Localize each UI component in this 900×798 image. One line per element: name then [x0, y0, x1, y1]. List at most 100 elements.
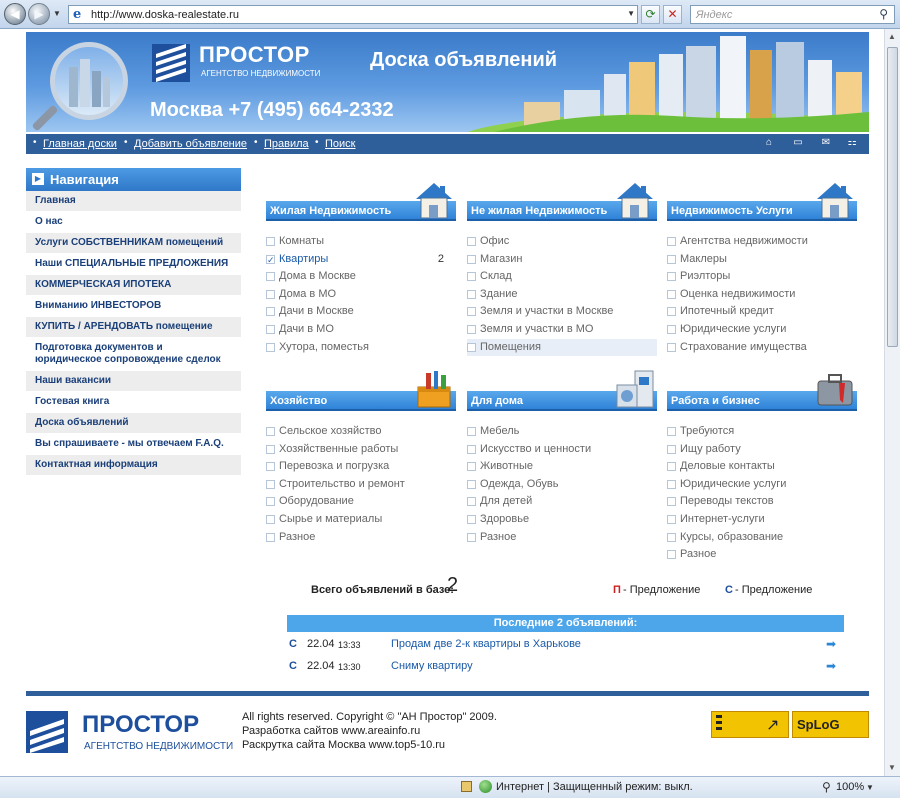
category-item-label[interactable]: Земля и участки в МО: [480, 323, 593, 335]
category-item[interactable]: Разное: [266, 529, 456, 547]
category-item[interactable]: Ипотечный кредит: [667, 303, 857, 321]
address-dropdown-icon[interactable]: ▼: [627, 9, 635, 18]
category-item-label[interactable]: Страхование имущества: [680, 341, 807, 353]
checkbox[interactable]: [266, 324, 275, 334]
checkbox[interactable]: [467, 342, 476, 352]
checkbox[interactable]: [667, 444, 676, 454]
zoom-dropdown-icon[interactable]: ▼: [866, 783, 874, 792]
checkbox[interactable]: [467, 427, 476, 436]
category-item-label[interactable]: Квартиры: [279, 253, 328, 265]
category-item[interactable]: ✓ Квартиры 2: [266, 251, 456, 269]
history-dropdown-icon[interactable]: ▼: [53, 9, 61, 18]
home-icon[interactable]: ⌂: [763, 137, 775, 149]
category-item[interactable]: Требуются: [667, 423, 857, 441]
category-item[interactable]: Страхование имущества: [667, 339, 857, 357]
category-item-label[interactable]: Склад: [480, 270, 512, 282]
category-item[interactable]: Строительство и ремонт: [266, 476, 456, 494]
checkbox[interactable]: [467, 254, 476, 264]
nav-add-ad-link[interactable]: Добавить объявление: [134, 138, 247, 150]
category-item-label[interactable]: Риэлторы: [680, 270, 730, 282]
category-item-label[interactable]: Комнаты: [279, 235, 324, 247]
checkbox[interactable]: [667, 237, 676, 246]
sidebar-item-vacancies[interactable]: Наши вакансии: [26, 371, 241, 392]
nav-main-board-link[interactable]: Главная доски: [43, 138, 117, 150]
category-item[interactable]: Здание: [467, 286, 657, 304]
category-item[interactable]: Сырье и материалы: [266, 511, 456, 529]
checkbox[interactable]: [667, 550, 676, 560]
folder-icon[interactable]: ▭: [792, 137, 804, 149]
category-item-label[interactable]: Одежда, Обувь: [480, 478, 558, 490]
search-icon[interactable]: ⚲: [879, 7, 888, 21]
zoom-icon[interactable]: ⚲: [822, 780, 831, 794]
category-item[interactable]: Деловые контакты: [667, 458, 857, 476]
category-item[interactable]: Дома в МО: [266, 286, 456, 304]
category-item-label[interactable]: Юридические услуги: [680, 478, 786, 490]
category-item[interactable]: Переводы текстов: [667, 493, 857, 511]
category-item-label[interactable]: Ипотечный кредит: [680, 305, 774, 317]
category-item[interactable]: Магазин: [467, 251, 657, 269]
nav-rules-link[interactable]: Правила: [264, 138, 309, 150]
checkbox[interactable]: [266, 427, 275, 436]
checkbox[interactable]: [266, 497, 275, 507]
category-item[interactable]: Дома в Москве: [266, 268, 456, 286]
refresh-icon[interactable]: ⟳: [641, 5, 660, 24]
checkbox[interactable]: [266, 514, 275, 524]
category-item-label[interactable]: Дачи в Москве: [279, 305, 354, 317]
category-item-label[interactable]: Деловые контакты: [680, 460, 775, 472]
category-item[interactable]: Оборудование: [266, 493, 456, 511]
checkbox[interactable]: [266, 444, 275, 454]
sidebar-item-contacts[interactable]: Контактная информация: [26, 455, 241, 476]
category-item-label[interactable]: Строительство и ремонт: [279, 478, 405, 490]
category-item[interactable]: Интернет-услуги: [667, 511, 857, 529]
checkbox[interactable]: [667, 272, 676, 282]
sidebar-item-owner-services[interactable]: Услуги СОБСТВЕННИКАМ помещений: [26, 233, 241, 254]
vertical-scrollbar[interactable]: ▲ ▼: [884, 29, 900, 776]
counter-badge[interactable]: ↗: [711, 711, 789, 738]
category-item-label[interactable]: Курсы, образование: [680, 531, 783, 543]
category-item-label[interactable]: Хозяйственные работы: [279, 443, 398, 455]
address-bar[interactable]: e http://www.doska-realestate.ru ▼: [68, 5, 638, 24]
category-item[interactable]: Курсы, образование: [667, 529, 857, 547]
category-item[interactable]: Офис: [467, 233, 657, 251]
category-item-label[interactable]: Земля и участки в Москве: [480, 305, 613, 317]
checkbox[interactable]: [467, 444, 476, 454]
category-item-label[interactable]: Здоровье: [480, 513, 529, 525]
sidebar-item-commercial-mortgage[interactable]: КОММЕРЧЕСКАЯ ИПОТЕКА: [26, 275, 241, 296]
category-item[interactable]: Животные: [467, 458, 657, 476]
checkbox[interactable]: [667, 532, 676, 542]
sidebar-item-home[interactable]: Главная: [26, 191, 241, 212]
sidebar-item-investors[interactable]: Вниманию ИНВЕСТОРОВ: [26, 296, 241, 317]
checkbox[interactable]: [266, 237, 275, 246]
mail-icon[interactable]: ✉: [820, 137, 832, 149]
category-item[interactable]: Разное: [667, 546, 857, 564]
checkbox[interactable]: [467, 272, 476, 282]
category-item-label[interactable]: Хутора, поместья: [279, 341, 369, 353]
scroll-down-icon[interactable]: ▼: [888, 763, 896, 772]
sidebar-item-about[interactable]: О нас: [26, 212, 241, 233]
sidebar-item-documents[interactable]: Подготовка документов и юридическое сопр…: [26, 338, 241, 371]
checkbox[interactable]: [467, 479, 476, 489]
checkbox[interactable]: [266, 289, 275, 299]
checkbox[interactable]: [667, 342, 676, 352]
arrow-right-icon[interactable]: ➡: [826, 637, 836, 651]
category-item-label[interactable]: Сельское хозяйство: [279, 425, 381, 437]
checkbox[interactable]: [467, 532, 476, 542]
category-item-label[interactable]: Мебель: [480, 425, 519, 437]
category-item[interactable]: Здоровье: [467, 511, 657, 529]
category-item-label[interactable]: Требуются: [680, 425, 734, 437]
checkbox[interactable]: [467, 289, 476, 299]
checkbox[interactable]: [266, 479, 275, 489]
scroll-thumb[interactable]: [887, 47, 898, 347]
category-item[interactable]: Перевозка и погрузка: [266, 458, 456, 476]
category-item[interactable]: Хутора, поместья: [266, 339, 456, 357]
category-item-label[interactable]: Переводы текстов: [680, 495, 774, 507]
checkbox[interactable]: [467, 497, 476, 507]
category-title[interactable]: Для дома: [471, 395, 523, 407]
category-item-label[interactable]: Магазин: [480, 253, 522, 265]
sidebar-item-special-offers[interactable]: Наши СПЕЦИАЛЬНЫЕ ПРЕДЛОЖЕНИЯ: [26, 254, 241, 275]
category-item[interactable]: Маклеры: [667, 251, 857, 269]
category-item[interactable]: Дачи в Москве: [266, 303, 456, 321]
checkbox[interactable]: [266, 272, 275, 282]
back-button[interactable]: ◀: [4, 3, 26, 25]
arrow-right-icon[interactable]: ➡: [826, 659, 836, 673]
